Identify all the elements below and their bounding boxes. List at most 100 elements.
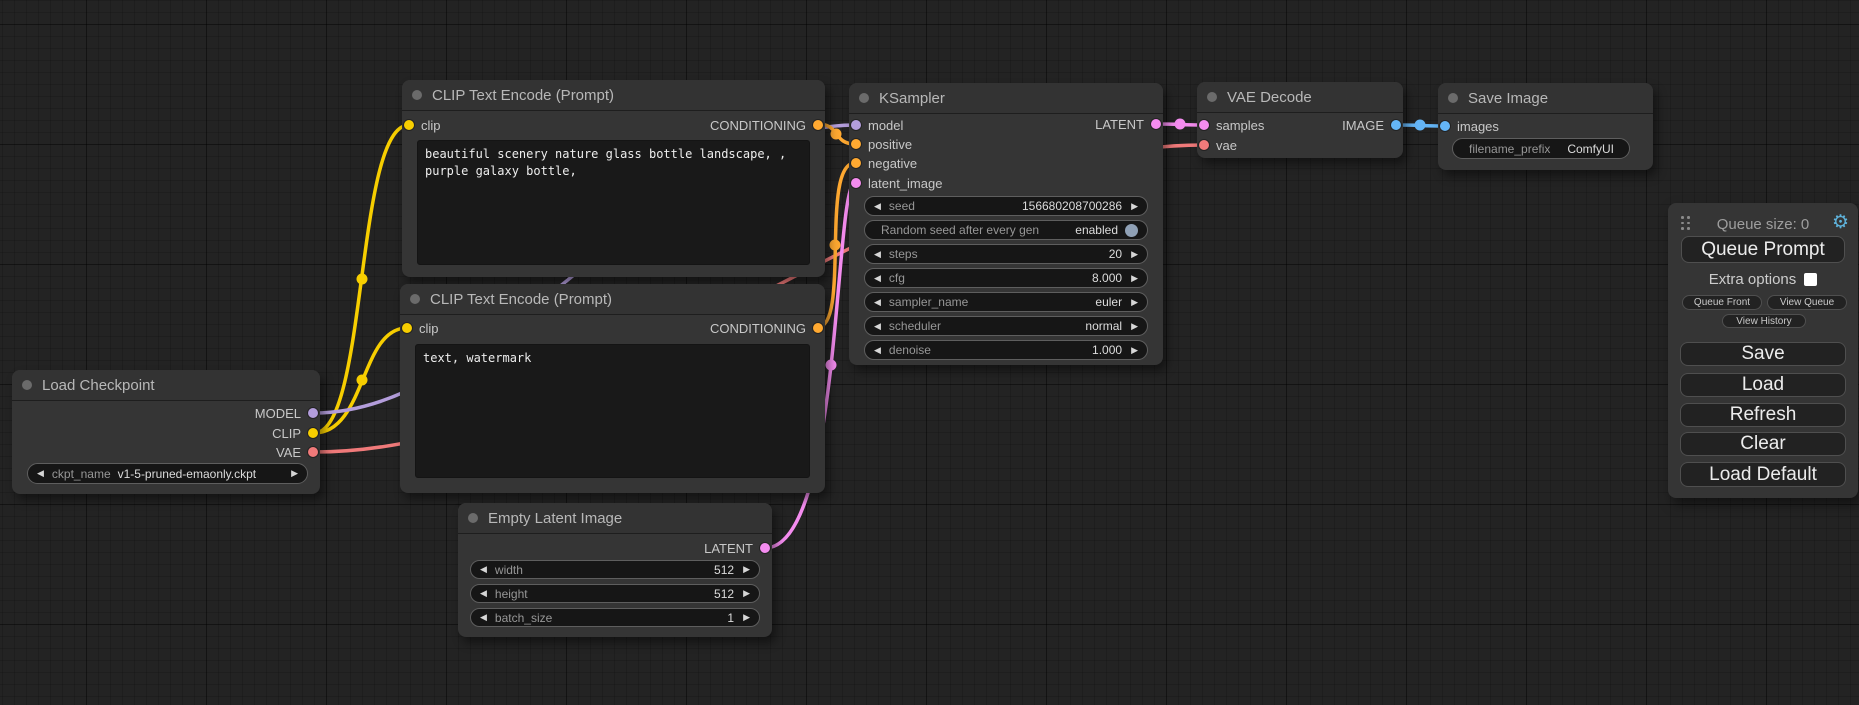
wire-midpoint-dot (826, 360, 837, 371)
node-title-bar[interactable]: CLIP Text Encode (Prompt) (400, 284, 825, 315)
collapse-dot-icon[interactable] (22, 380, 32, 390)
collapse-dot-icon[interactable] (412, 90, 422, 100)
load-button[interactable]: Load (1680, 373, 1846, 397)
left-arrow-icon[interactable]: ◀ (480, 565, 487, 574)
extra-options-checkbox[interactable] (1804, 273, 1817, 286)
output-slot-latent: LATENT (458, 539, 772, 557)
steps-widget[interactable]: ◀ steps 20 ▶ (864, 244, 1148, 264)
right-arrow-icon[interactable]: ▶ (743, 565, 750, 574)
width-widget[interactable]: ◀ width 512 ▶ (470, 560, 760, 579)
images-input-port[interactable] (1440, 121, 1450, 131)
settings-gear-icon[interactable]: ⚙ (1832, 212, 1849, 234)
input-slot-negative: negative (849, 154, 1163, 172)
clip-input-port[interactable] (402, 323, 412, 333)
conditioning-output-port[interactable] (813, 120, 823, 130)
denoise-widget[interactable]: ◀ denoise 1.000 ▶ (864, 340, 1148, 360)
view-queue-button[interactable]: View Queue (1767, 295, 1847, 310)
left-arrow-icon[interactable]: ◀ (37, 469, 44, 478)
node-title-bar[interactable]: Empty Latent Image (458, 503, 772, 534)
scheduler-widget[interactable]: ◀ scheduler normal ▶ (864, 316, 1148, 336)
left-arrow-icon[interactable]: ◀ (874, 322, 881, 331)
input-slot-positive: positive (849, 135, 1163, 153)
ckpt-name-widget[interactable]: ◀ ckpt_name v1-5-pruned-emaonly.ckpt ▶ (27, 463, 308, 484)
right-arrow-icon[interactable]: ▶ (1131, 202, 1138, 211)
prompt-textarea[interactable]: text, watermark (415, 344, 810, 478)
queue-prompt-button[interactable]: Queue Prompt (1681, 236, 1845, 263)
node-title: KSampler (879, 90, 945, 107)
node-ksampler[interactable]: KSampler model LATENT positive negative … (849, 83, 1163, 365)
node-title: VAE Decode (1227, 89, 1312, 106)
latent-output-port[interactable] (1151, 119, 1161, 129)
refresh-button[interactable]: Refresh (1680, 403, 1846, 427)
node-title-bar[interactable]: Load Checkpoint (12, 370, 320, 401)
filename-prefix-widget[interactable]: filename_prefix ComfyUI (1452, 138, 1630, 159)
clip-input-port[interactable] (404, 120, 414, 130)
node-load-checkpoint[interactable]: Load Checkpoint MODEL CLIP VAE ◀ ckpt_na… (12, 370, 320, 494)
right-arrow-icon[interactable]: ▶ (1131, 298, 1138, 307)
left-arrow-icon[interactable]: ◀ (874, 274, 881, 283)
height-widget[interactable]: ◀ height 512 ▶ (470, 584, 760, 603)
latent-output-port[interactable] (760, 543, 770, 553)
queue-size-label: Queue size: 0 (1717, 216, 1810, 233)
node-title-bar[interactable]: VAE Decode (1197, 82, 1403, 113)
node-title: CLIP Text Encode (Prompt) (430, 291, 612, 308)
right-arrow-icon[interactable]: ▶ (743, 613, 750, 622)
collapse-dot-icon[interactable] (1207, 92, 1217, 102)
node-clip-text-encode-positive[interactable]: CLIP Text Encode (Prompt) clip CONDITION… (402, 80, 825, 277)
node-vae-decode[interactable]: VAE Decode samples IMAGE vae (1197, 82, 1403, 158)
left-arrow-icon[interactable]: ◀ (480, 613, 487, 622)
queue-front-button[interactable]: Queue Front (1682, 295, 1762, 310)
wire-midpoint-dot (357, 375, 368, 386)
right-arrow-icon[interactable]: ▶ (743, 589, 750, 598)
save-button[interactable]: Save (1680, 342, 1846, 366)
node-title-bar[interactable]: CLIP Text Encode (Prompt) (402, 80, 825, 111)
node-title-bar[interactable]: KSampler (849, 83, 1163, 114)
image-output-port[interactable] (1391, 120, 1401, 130)
seed-widget[interactable]: ◀ seed 156680208700286 ▶ (864, 196, 1148, 216)
prompt-textarea[interactable]: beautiful scenery nature glass bottle la… (417, 140, 810, 265)
toggle-circle-icon[interactable] (1125, 224, 1138, 237)
node-title-bar[interactable]: Save Image (1438, 83, 1653, 114)
node-title: Load Checkpoint (42, 377, 155, 394)
left-arrow-icon[interactable]: ◀ (874, 346, 881, 355)
right-arrow-icon[interactable]: ▶ (291, 469, 298, 478)
ckpt-name-value: v1-5-pruned-emaonly.ckpt (118, 467, 257, 481)
negative-input-port[interactable] (851, 158, 861, 168)
input-slot-latent-image: latent_image (849, 174, 1163, 192)
view-history-button[interactable]: View History (1722, 314, 1806, 328)
node-save-image[interactable]: Save Image images filename_prefix ComfyU… (1438, 83, 1653, 170)
right-arrow-icon[interactable]: ▶ (1131, 250, 1138, 259)
model-port[interactable] (308, 408, 318, 418)
batch-size-widget[interactable]: ◀ batch_size 1 ▶ (470, 608, 760, 627)
wire-midpoint-dot (830, 240, 841, 251)
drag-handle-icon[interactable] (1681, 216, 1690, 230)
clip-port[interactable] (308, 428, 318, 438)
node-empty-latent-image[interactable]: Empty Latent Image LATENT ◀ width 512 ▶ … (458, 503, 772, 637)
random-seed-toggle-widget[interactable]: Random seed after every gen enabled (864, 220, 1148, 240)
sampler-name-widget[interactable]: ◀ sampler_name euler ▶ (864, 292, 1148, 312)
positive-input-port[interactable] (851, 139, 861, 149)
conditioning-output-port[interactable] (813, 323, 823, 333)
left-arrow-icon[interactable]: ◀ (874, 202, 881, 211)
cfg-widget[interactable]: ◀ cfg 8.000 ▶ (864, 268, 1148, 288)
slot-row: clip CONDITIONING (402, 116, 825, 134)
node-graph-canvas[interactable]: Load Checkpoint MODEL CLIP VAE ◀ ckpt_na… (0, 0, 1859, 705)
left-arrow-icon[interactable]: ◀ (874, 298, 881, 307)
node-title: Empty Latent Image (488, 510, 622, 527)
vae-input-port[interactable] (1199, 140, 1209, 150)
collapse-dot-icon[interactable] (1448, 93, 1458, 103)
node-clip-text-encode-negative[interactable]: CLIP Text Encode (Prompt) clip CONDITION… (400, 284, 825, 493)
input-slot-images: images (1438, 117, 1653, 135)
clear-button[interactable]: Clear (1680, 432, 1846, 456)
load-default-button[interactable]: Load Default (1680, 462, 1846, 487)
latent-image-input-port[interactable] (851, 178, 861, 188)
left-arrow-icon[interactable]: ◀ (480, 589, 487, 598)
right-arrow-icon[interactable]: ▶ (1131, 322, 1138, 331)
left-arrow-icon[interactable]: ◀ (874, 250, 881, 259)
vae-port[interactable] (308, 447, 318, 457)
collapse-dot-icon[interactable] (859, 93, 869, 103)
right-arrow-icon[interactable]: ▶ (1131, 274, 1138, 283)
collapse-dot-icon[interactable] (410, 294, 420, 304)
collapse-dot-icon[interactable] (468, 513, 478, 523)
right-arrow-icon[interactable]: ▶ (1131, 346, 1138, 355)
